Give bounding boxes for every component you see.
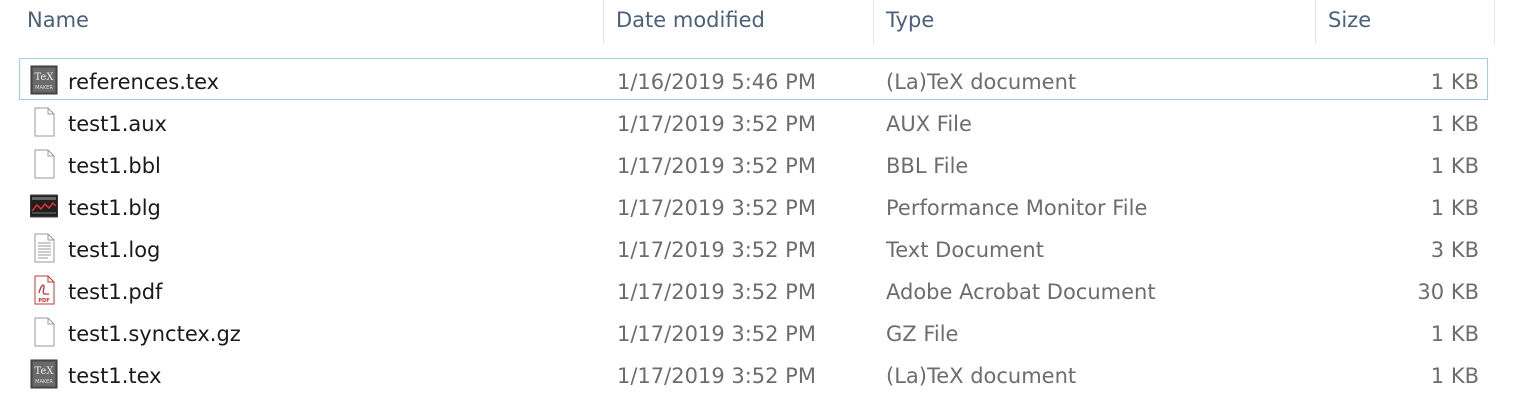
file-type: AUX File xyxy=(886,112,972,136)
file-date-modified: 1/17/2019 3:52 PM xyxy=(617,112,816,136)
svg-text:TeX: TeX xyxy=(35,366,55,377)
text-document-icon xyxy=(34,233,55,263)
blank-file-icon xyxy=(34,317,55,347)
file-row[interactable]: test1.bbl 1/17/2019 3:52 PM BBL File 1 K… xyxy=(19,142,1488,184)
svg-text:MAKER: MAKER xyxy=(35,85,53,91)
file-date-modified: 1/17/2019 3:52 PM xyxy=(617,196,816,220)
file-type: GZ File xyxy=(886,322,959,346)
file-row[interactable]: test1.log 1/17/2019 3:52 PM Text Documen… xyxy=(19,226,1488,268)
file-size: 1 KB xyxy=(1430,154,1479,178)
column-divider[interactable] xyxy=(873,0,874,44)
file-date-modified: 1/17/2019 3:52 PM xyxy=(617,238,816,262)
file-type: Performance Monitor File xyxy=(886,196,1148,220)
column-header-date-modified[interactable]: Date modified xyxy=(616,0,765,44)
file-name: test1.tex xyxy=(68,364,162,388)
column-divider[interactable] xyxy=(1315,0,1316,44)
file-size: 1 KB xyxy=(1430,364,1479,388)
svg-text:TeX: TeX xyxy=(35,72,55,83)
column-header-bar: Name Date modified Type Size xyxy=(0,0,1519,44)
file-name: references.tex xyxy=(68,70,220,94)
svg-text:MAKER: MAKER xyxy=(35,379,53,385)
svg-text:PDF: PDF xyxy=(38,298,49,304)
column-header-type[interactable]: Type xyxy=(886,0,934,44)
file-date-modified: 1/17/2019 3:52 PM xyxy=(617,280,816,304)
column-header-name[interactable]: Name xyxy=(27,0,89,44)
file-name: test1.aux xyxy=(68,112,167,136)
file-size: 1 KB xyxy=(1430,112,1479,136)
file-size: 1 KB xyxy=(1430,70,1479,94)
file-name: test1.pdf xyxy=(68,280,163,304)
file-row[interactable]: TeX MAKER references.tex 1/16/2019 5:46 … xyxy=(19,58,1488,100)
texmaker-icon: TeX MAKER xyxy=(30,65,58,95)
file-date-modified: 1/17/2019 3:52 PM xyxy=(617,364,816,388)
file-type: Adobe Acrobat Document xyxy=(886,280,1156,304)
file-type: (La)TeX document xyxy=(886,70,1077,94)
performance-monitor-icon xyxy=(30,194,58,218)
file-date-modified: 1/17/2019 3:52 PM xyxy=(617,154,816,178)
texmaker-icon: TeX MAKER xyxy=(30,359,58,389)
file-row[interactable]: TeX MAKER test1.tex 1/17/2019 3:52 PM (L… xyxy=(19,352,1488,394)
file-size: 1 KB xyxy=(1430,322,1479,346)
file-row[interactable]: PDF test1.pdf 1/17/2019 3:52 PM Adobe Ac… xyxy=(19,268,1488,310)
file-row[interactable]: test1.aux 1/17/2019 3:52 PM AUX File 1 K… xyxy=(19,100,1488,142)
file-row[interactable]: test1.synctex.gz 1/17/2019 3:52 PM GZ Fi… xyxy=(19,310,1488,352)
file-explorer-details-view: Name Date modified Type Size TeX MAKER r… xyxy=(0,0,1519,400)
file-name: test1.blg xyxy=(68,196,161,220)
blank-file-icon xyxy=(34,149,55,179)
file-type: (La)TeX document xyxy=(886,364,1077,388)
column-divider[interactable] xyxy=(1494,0,1495,44)
blank-file-icon xyxy=(34,107,55,137)
file-date-modified: 1/16/2019 5:46 PM xyxy=(617,70,816,94)
file-size: 3 KB xyxy=(1430,238,1479,262)
file-name: test1.synctex.gz xyxy=(68,322,241,346)
column-header-size[interactable]: Size xyxy=(1328,0,1371,44)
file-name: test1.bbl xyxy=(68,154,161,178)
file-size: 30 KB xyxy=(1417,280,1479,304)
column-divider[interactable] xyxy=(603,0,604,44)
file-row[interactable]: test1.blg 1/17/2019 3:52 PM Performance … xyxy=(19,184,1488,226)
pdf-icon: PDF xyxy=(34,275,55,305)
file-date-modified: 1/17/2019 3:52 PM xyxy=(617,322,816,346)
file-size: 1 KB xyxy=(1430,196,1479,220)
file-type: BBL File xyxy=(886,154,969,178)
file-name: test1.log xyxy=(68,238,161,262)
file-type: Text Document xyxy=(886,238,1044,262)
